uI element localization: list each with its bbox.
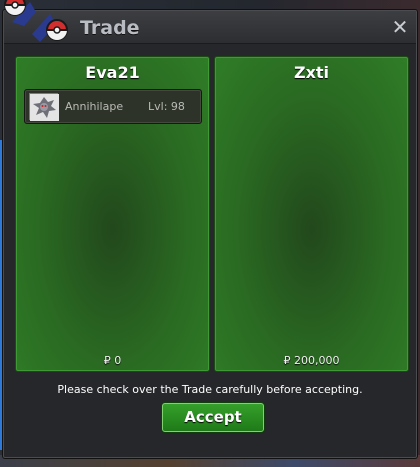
trader-name: Eva21: [85, 63, 140, 82]
money-offer: ₽ 0: [103, 354, 122, 367]
trader-name: Zxti: [293, 63, 330, 82]
window-title: Trade: [80, 17, 140, 39]
trade-notice: Please check over the Trade carefully be…: [57, 383, 363, 396]
trade-panel-self: Eva21 Annihilape Lvl: 98 ₽ 0: [15, 56, 210, 372]
pokemon-name: Annihilape: [65, 100, 124, 113]
trade-panel-partner: Zxti ₽ 200,000: [214, 56, 409, 372]
money-offer: ₽ 200,000: [283, 354, 340, 367]
trade-item-slot[interactable]: Annihilape Lvl: 98: [24, 89, 202, 124]
close-button[interactable]: ✕: [390, 17, 410, 37]
pokeball-logo-icon: [4, 0, 68, 42]
annihilape-sprite-icon: [29, 93, 59, 121]
pokemon-level: Lvl: 98: [148, 100, 185, 113]
accept-button[interactable]: Accept: [162, 403, 264, 432]
trade-window: Trade ✕ Eva21 Annihilape Lvl: 98 ₽ 0 Zxt…: [3, 10, 417, 458]
